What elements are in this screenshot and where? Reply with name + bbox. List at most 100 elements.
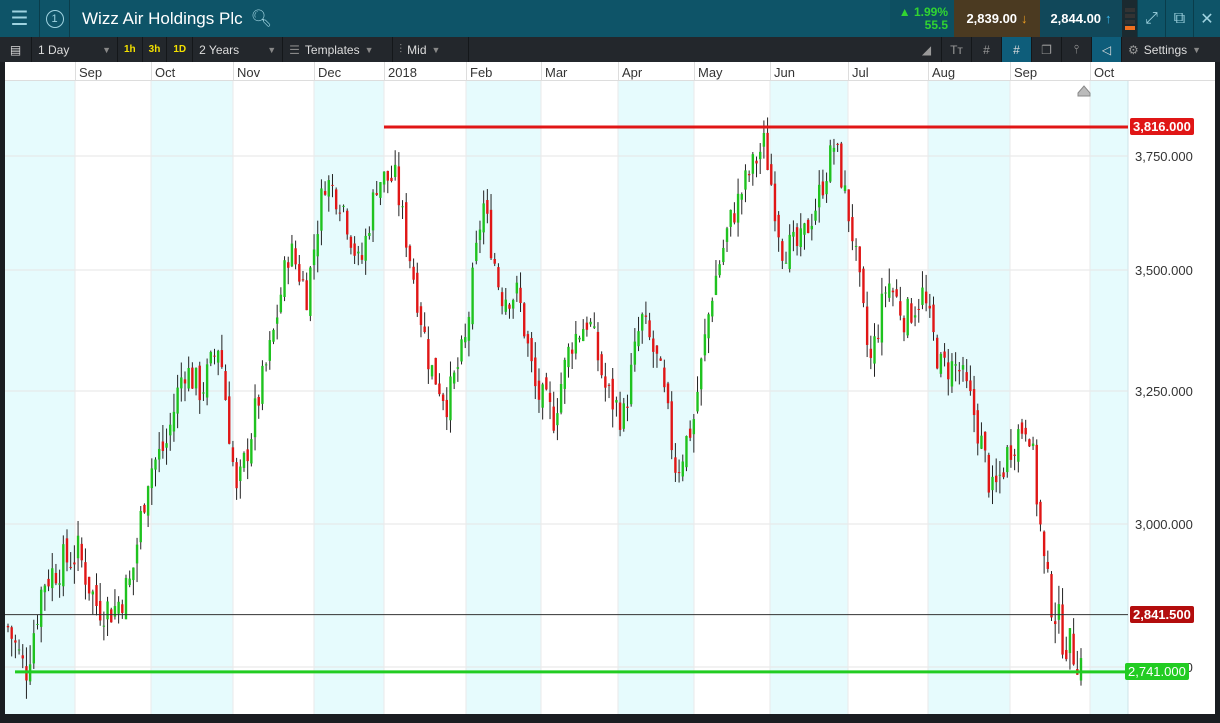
menu-icon[interactable]: ☰ — [0, 0, 40, 37]
expand-icon[interactable]: ⤢ — [1138, 0, 1166, 37]
candle-body — [751, 154, 755, 174]
x-tick-label: Jun — [774, 65, 795, 80]
settings-button[interactable]: ⚙ Settings ▼ — [1122, 37, 1220, 62]
candle-body — [869, 348, 873, 358]
candle-body — [478, 229, 482, 241]
link-group-badge[interactable]: 1 — [40, 0, 70, 37]
candle-body — [607, 384, 611, 386]
candle-body — [530, 338, 533, 362]
buy-button[interactable]: 2,844.00 ↑ — [1040, 0, 1122, 37]
candle-body — [888, 283, 891, 298]
candle-body — [840, 143, 843, 188]
list-icon[interactable]: ▤ — [0, 37, 32, 62]
candle-body — [235, 462, 238, 489]
candle-body — [198, 365, 201, 401]
candle-body — [1024, 427, 1027, 435]
candle-body — [290, 243, 294, 267]
candle-body — [803, 223, 806, 235]
popout-icon[interactable]: ⧉ — [1166, 0, 1194, 37]
candle-body — [843, 185, 847, 191]
candle-body — [541, 384, 544, 408]
candle-body — [696, 391, 699, 412]
chevron-down-icon: ▼ — [431, 44, 441, 55]
x-tick-label: Mar — [545, 65, 568, 80]
quick-3h[interactable]: 3h — [143, 37, 168, 62]
instrument-title: Wizz Air Holdings Plc — [82, 8, 243, 28]
candle-body — [585, 322, 589, 330]
x-tick-label: Aug — [932, 65, 956, 80]
candle-body — [659, 358, 662, 361]
candle-body — [847, 189, 850, 222]
candle-body — [460, 339, 463, 362]
price-change: ▲ 1.99% 55.5 — [890, 0, 954, 37]
drawing-icon[interactable]: ◢ — [912, 37, 942, 62]
quick-1d[interactable]: 1D — [167, 37, 194, 62]
candle-body — [150, 468, 154, 489]
label-icon[interactable]: ◁ — [1092, 37, 1122, 62]
crosshair-grid-icon[interactable]: # — [1002, 37, 1032, 62]
candle-body — [135, 544, 139, 564]
candle-body — [792, 231, 795, 237]
candle-body — [408, 245, 412, 262]
candle-body — [301, 279, 305, 281]
candle-body — [648, 320, 651, 338]
candle-body — [644, 315, 648, 317]
range-select[interactable]: 2 Years ▼ — [193, 37, 284, 62]
candle-body — [784, 262, 788, 264]
templates-button[interactable]: ☰ Templates ▼ — [283, 37, 394, 62]
candle-body — [781, 241, 784, 261]
candle-body — [958, 369, 961, 372]
candle-body — [368, 233, 371, 236]
candle-body — [154, 459, 157, 470]
sell-button[interactable]: 2,839.00 ↓ — [954, 0, 1040, 37]
price-type-select[interactable]: ⫶ Mid ▼ — [393, 37, 470, 62]
candle-body — [884, 292, 887, 294]
close-icon[interactable]: ✕ — [1194, 0, 1220, 37]
quick-1h[interactable]: 1h — [118, 37, 143, 62]
candle-body — [969, 380, 972, 392]
candle-body — [1072, 633, 1075, 665]
candle-body — [954, 364, 957, 366]
candle-body — [825, 181, 828, 195]
candle-body — [991, 476, 994, 491]
candle-body — [349, 236, 353, 248]
candle-body — [427, 339, 430, 370]
candle-body — [921, 287, 924, 305]
layers-icon[interactable]: ❐ — [1032, 37, 1062, 62]
x-tick-label: Oct — [155, 65, 176, 80]
candle-body — [722, 247, 725, 263]
month-band — [928, 81, 1010, 714]
candle-body — [810, 225, 814, 230]
grid-icon[interactable]: # — [972, 37, 1002, 62]
candle-body — [139, 510, 142, 543]
search-icon[interactable]: 🔍︎ — [251, 9, 273, 29]
text-icon[interactable]: Tт — [942, 37, 972, 62]
candle-body — [456, 367, 460, 369]
candle-body — [316, 234, 319, 257]
candle-body — [895, 289, 898, 297]
candle-body — [209, 352, 213, 364]
candle-body — [467, 316, 471, 341]
candle-body — [47, 578, 50, 587]
candle-body — [397, 166, 401, 206]
candle-body — [552, 406, 555, 431]
candle-body — [305, 280, 308, 311]
candle-body — [563, 359, 566, 389]
candle-body — [1061, 604, 1064, 655]
candle-body — [334, 189, 338, 210]
arrow-up-icon: ↑ — [1105, 11, 1112, 26]
candle-body — [832, 147, 836, 152]
candle-body — [526, 334, 530, 344]
indicator-icon[interactable]: ⫯ — [1062, 37, 1092, 62]
interval-select[interactable]: 1 Day ▼ — [32, 37, 118, 62]
x-tick-label: 2018 — [388, 65, 417, 80]
x-tick-label: Sep — [1014, 65, 1038, 80]
candle-body — [1079, 658, 1083, 681]
price-chart[interactable]: 3,750.0003,500.0003,250.0003,000.0002,75… — [5, 81, 1215, 714]
candle-body — [799, 228, 802, 248]
candle-body — [740, 194, 743, 200]
candle-body — [224, 371, 227, 401]
candle-body — [1035, 444, 1038, 505]
candle-body — [272, 329, 275, 342]
candle-body — [947, 362, 950, 380]
